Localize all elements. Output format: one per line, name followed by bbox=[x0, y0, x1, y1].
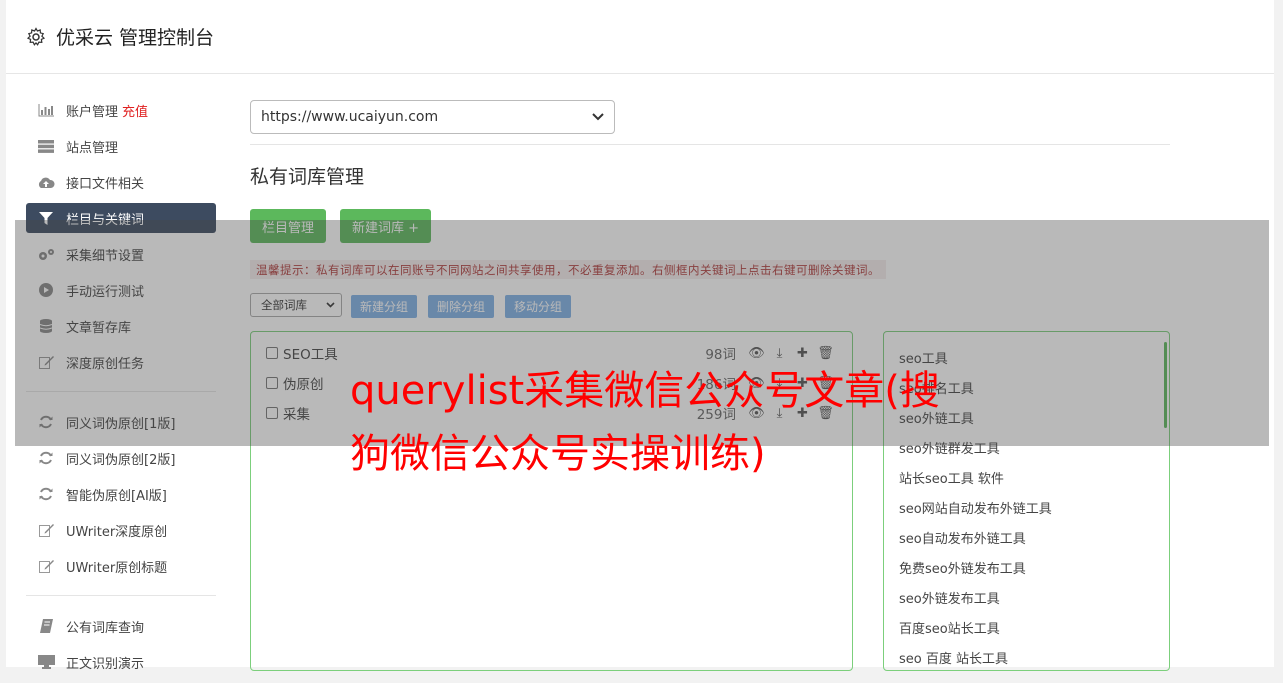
sidebar-item-account[interactable]: 账户管理 充值 bbox=[26, 95, 216, 125]
page-title: 私有词库管理 bbox=[250, 166, 365, 188]
recharge-link[interactable]: 充值 bbox=[122, 101, 148, 120]
site-select-value: https://www.ucaiyun.com bbox=[261, 109, 439, 125]
site-select[interactable]: https://www.ucaiyun.com bbox=[250, 100, 615, 134]
overlay-headline: querylist采集微信公众号文章(搜狗微信公众号实操训练) bbox=[350, 368, 940, 477]
book-icon bbox=[37, 619, 55, 633]
sidebar-item-label: 智能伪原创[AI版] bbox=[66, 488, 167, 504]
sidebar-item-label: 同义词伪原创[2版] bbox=[66, 452, 176, 468]
sidebar-item-uwriter-original[interactable]: UWriter深度原创 bbox=[26, 515, 216, 545]
keyword-item[interactable]: seo自动发布外链工具 bbox=[899, 527, 1026, 547]
refresh-icon bbox=[37, 451, 55, 465]
top-header: 优采云 管理控制台 bbox=[6, 0, 1274, 74]
sidebar-item-label: UWriter原创标题 bbox=[66, 560, 168, 576]
main-content: https://www.ucaiyun.com 私有词库管理 栏目管理 新建词库… bbox=[250, 100, 1170, 671]
app-title: 优采云 管理控制台 bbox=[56, 27, 215, 49]
keyword-item[interactable]: seo网站自动发布外链工具 bbox=[899, 497, 1052, 517]
sidebar-item-label: 接口文件相关 bbox=[66, 176, 145, 192]
sidebar-item-uwriter-title[interactable]: UWriter原创标题 bbox=[26, 551, 216, 581]
sidebar-item-label: 正文识别演示 bbox=[66, 656, 145, 672]
keyword-item[interactable]: seo外链发布工具 bbox=[899, 587, 1000, 607]
edit-icon bbox=[37, 523, 55, 537]
chevron-down-icon bbox=[592, 113, 604, 121]
sidebar-item-label: 公有词库查询 bbox=[66, 620, 145, 636]
sidebar-item-label: UWriter深度原创 bbox=[66, 524, 168, 540]
edit-icon bbox=[37, 559, 55, 573]
server-icon bbox=[37, 139, 55, 153]
bar-chart-icon bbox=[37, 103, 55, 117]
sidebar-item-public-lib[interactable]: 公有词库查询 bbox=[26, 611, 216, 641]
keyword-item[interactable]: 百度seo站长工具 bbox=[899, 617, 1000, 637]
sidebar-item-label: 账户管理 bbox=[66, 104, 119, 120]
sidebar-item-interface[interactable]: 接口文件相关 bbox=[26, 167, 216, 197]
sidebar-item-label: 站点管理 bbox=[66, 140, 119, 156]
cloud-upload-icon bbox=[37, 175, 55, 189]
keyword-item[interactable]: seo 百度 站长工具 bbox=[899, 647, 1008, 667]
sidebar-item-sites[interactable]: 站点管理 bbox=[26, 131, 216, 161]
divider bbox=[250, 144, 1170, 145]
sidebar-item-ai-original[interactable]: 智能伪原创[AI版] bbox=[26, 479, 216, 509]
sidebar-item-text-recognition[interactable]: 正文识别演示 bbox=[26, 647, 216, 677]
refresh-icon bbox=[37, 487, 55, 501]
sidebar-item-synonym-v2[interactable]: 同义词伪原创[2版] bbox=[26, 443, 216, 473]
keyword-item[interactable]: 免费seo外链发布工具 bbox=[899, 557, 1026, 577]
gear-icon bbox=[26, 26, 46, 46]
sidebar-divider bbox=[26, 595, 216, 596]
